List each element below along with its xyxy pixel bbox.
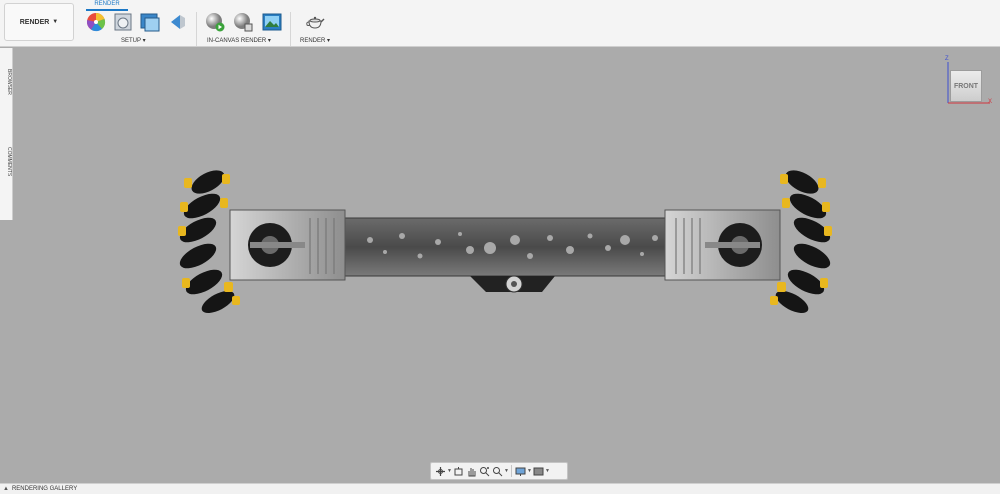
viewcube-front-face[interactable]: FRONT bbox=[950, 70, 982, 102]
teapot-icon bbox=[306, 16, 325, 29]
render-group-label[interactable]: RENDER ▾ bbox=[300, 37, 330, 44]
chevron-down-icon[interactable]: ▼ bbox=[504, 468, 509, 474]
display-settings-icon bbox=[515, 467, 526, 476]
axis-x-label: X bbox=[988, 99, 993, 105]
chevron-down-icon: ▼ bbox=[52, 19, 59, 25]
zoom-window-button[interactable] bbox=[491, 464, 504, 478]
workspace-switcher[interactable]: RENDER ▼ bbox=[4, 3, 74, 41]
rendering-gallery-bar: ▲ RENDERING GALLERY bbox=[0, 483, 1000, 494]
environment-library-button[interactable] bbox=[140, 12, 160, 32]
capture-image-icon bbox=[262, 13, 282, 31]
tab-render[interactable]: RENDER bbox=[86, 0, 128, 11]
in-canvas-render-button[interactable] bbox=[205, 12, 225, 32]
workspace-label: RENDER bbox=[19, 18, 50, 26]
tab-browser[interactable]: BROWSER bbox=[1, 52, 12, 112]
center-frame bbox=[344, 217, 666, 277]
grid-icon bbox=[533, 467, 544, 475]
in-canvas-render-group-label[interactable]: IN-CANVAS RENDER ▾ bbox=[207, 37, 271, 44]
toolbar-divider bbox=[290, 12, 291, 46]
chevron-down-icon[interactable]: ▼ bbox=[545, 468, 550, 474]
render-sphere-play-icon bbox=[206, 13, 225, 32]
tab-comments[interactable]: COMMENTS bbox=[1, 132, 12, 192]
axis-z-label: Z bbox=[945, 56, 949, 62]
look-at-button[interactable] bbox=[452, 464, 465, 478]
pan-button[interactable] bbox=[465, 464, 478, 478]
color-wheel-icon bbox=[86, 12, 106, 32]
capture-image-button[interactable] bbox=[262, 12, 282, 32]
in-canvas-render-settings-button[interactable] bbox=[233, 12, 253, 32]
zoom-icon bbox=[480, 466, 490, 476]
viewcube[interactable]: Z X FRONT bbox=[942, 56, 994, 108]
decal-icon bbox=[171, 15, 185, 29]
toolbar: RENDER ▼ RENDER SETUP ▾ IN-CANVAS RENDER… bbox=[0, 0, 1000, 47]
grid-snap-button[interactable] bbox=[532, 464, 545, 478]
orbit-button[interactable] bbox=[434, 464, 447, 478]
orbit-icon bbox=[436, 466, 445, 476]
environment-library-icon bbox=[140, 13, 160, 32]
right-gearbox bbox=[664, 209, 781, 281]
side-panel: BROWSER COMMENTS bbox=[0, 48, 13, 220]
scene-settings-icon bbox=[114, 13, 132, 31]
look-at-icon bbox=[454, 466, 463, 475]
toolbar-divider bbox=[196, 12, 197, 46]
zoom-window-icon bbox=[493, 466, 503, 476]
decal-button[interactable] bbox=[168, 12, 188, 32]
setup-group-label[interactable]: SETUP ▾ bbox=[121, 37, 146, 44]
scene-settings-button[interactable] bbox=[113, 12, 133, 32]
fusion-render-workspace: RENDER ▼ RENDER SETUP ▾ IN-CANVAS RENDER… bbox=[0, 0, 1000, 494]
display-settings-button[interactable] bbox=[514, 464, 527, 478]
pan-hand-icon bbox=[468, 467, 476, 476]
nav-divider bbox=[511, 465, 512, 477]
rendering-gallery-label[interactable]: RENDERING GALLERY bbox=[12, 486, 77, 492]
bottom-mount bbox=[470, 275, 555, 293]
appearance-button[interactable] bbox=[86, 12, 106, 32]
chassis-model[interactable] bbox=[170, 170, 850, 320]
zoom-button[interactable] bbox=[478, 464, 491, 478]
navigation-bar: ▼ ▼ ▼ ▼ bbox=[430, 462, 568, 480]
chevron-up-icon[interactable]: ▲ bbox=[3, 486, 9, 492]
left-gearbox bbox=[229, 209, 346, 281]
render-button[interactable] bbox=[305, 12, 325, 32]
render-sphere-settings-icon bbox=[234, 13, 253, 32]
